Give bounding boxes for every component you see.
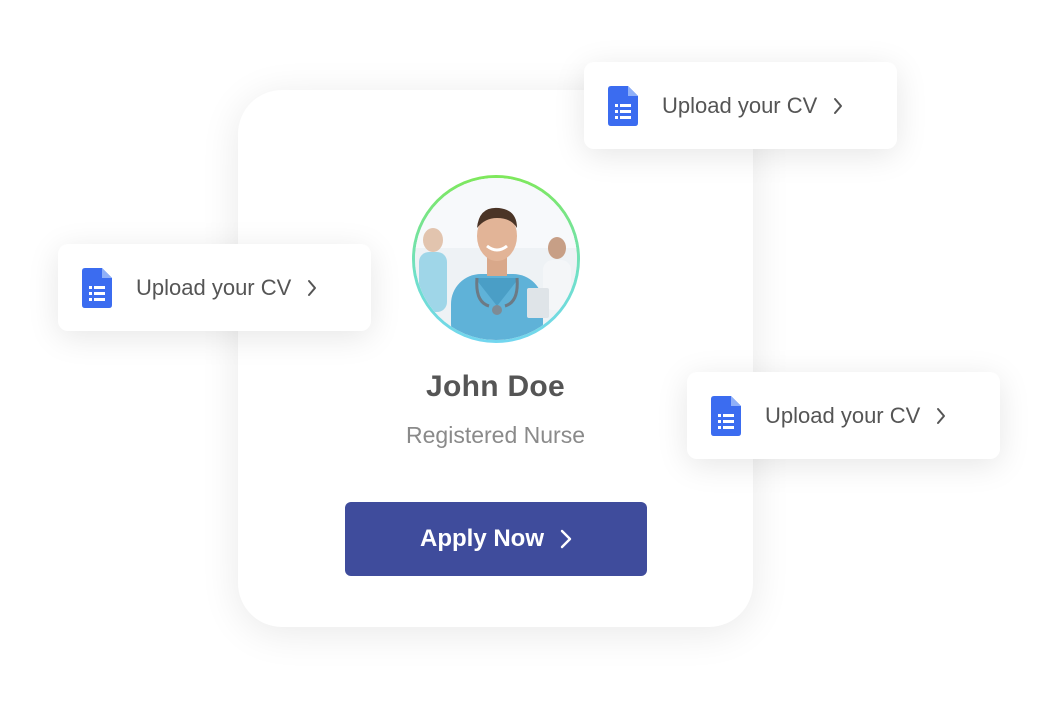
avatar: [415, 178, 577, 340]
apply-now-label: Apply Now: [420, 525, 544, 552]
avatar-photo: [415, 178, 577, 340]
upload-cv-label: Upload your CV: [662, 92, 818, 118]
candidate-name: John Doe: [425, 370, 566, 403]
stage: John Doe Registered Nurse Apply Now Uplo…: [0, 0, 1058, 725]
chevron-right-icon: [833, 97, 843, 115]
profile-card: John Doe Registered Nurse Apply Now: [238, 90, 753, 627]
upload-cv-label: Upload your CV: [136, 274, 292, 300]
avatar-ring: [412, 175, 580, 343]
document-icon: [82, 267, 112, 308]
upload-cv-card[interactable]: Upload your CV: [584, 62, 897, 149]
candidate-role: Registered Nurse: [406, 422, 585, 448]
upload-cv-card[interactable]: Upload your CV: [58, 244, 371, 331]
document-icon: [608, 85, 638, 126]
chevron-right-icon: [560, 529, 572, 549]
chevron-right-icon: [307, 279, 317, 297]
chevron-right-icon: [936, 407, 946, 425]
upload-cv-label: Upload your CV: [765, 402, 921, 428]
upload-cv-card[interactable]: Upload your CV: [687, 372, 1000, 459]
apply-now-button[interactable]: Apply Now: [345, 502, 647, 576]
document-icon: [711, 395, 741, 436]
